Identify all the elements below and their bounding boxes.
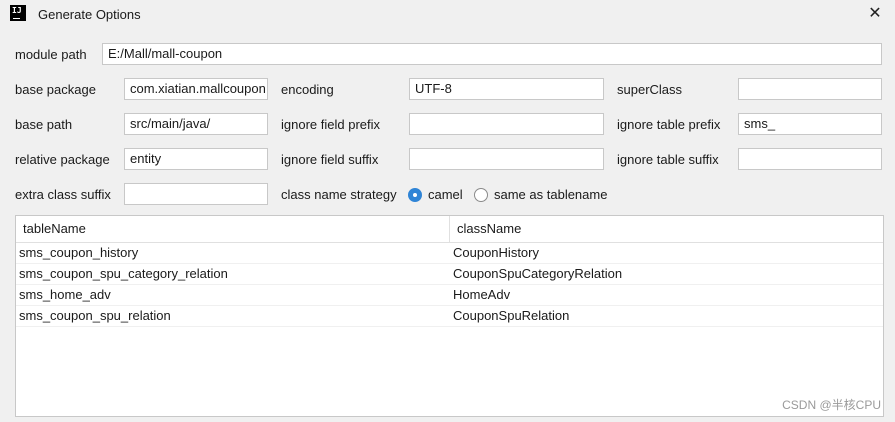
same-as-tablename-radio-label[interactable]: same as tablename	[494, 187, 607, 202]
table-header: tableName className	[16, 216, 883, 243]
ignore-field-suffix-field[interactable]	[409, 148, 604, 170]
encoding-label: encoding	[281, 82, 334, 97]
base-path-field[interactable]: src/main/java/	[124, 113, 268, 135]
window-title: Generate Options	[38, 7, 141, 22]
ignore-table-prefix-field[interactable]: sms_	[738, 113, 882, 135]
intellij-app-icon: IJ	[10, 5, 26, 21]
extra-class-suffix-label: extra class suffix	[15, 187, 111, 202]
ignore-table-suffix-label: ignore table suffix	[617, 152, 719, 167]
module-path-label: module path	[15, 47, 87, 62]
module-path-field[interactable]: E:/Mall/mall-coupon	[102, 43, 882, 65]
watermark-text: CSDN @半核CPU	[782, 398, 881, 412]
table-row[interactable]: sms_coupon_spu_category_relation CouponS…	[16, 263, 883, 285]
base-path-label: base path	[15, 117, 73, 132]
table-cell-tablename[interactable]: sms_coupon_spu_category_relation	[16, 263, 453, 284]
app-icon-letters: IJ	[12, 6, 22, 15]
superclass-label: superClass	[617, 82, 683, 97]
relative-package-label: relative package	[15, 152, 110, 167]
class-name-strategy-label: class name strategy	[281, 187, 397, 202]
ignore-table-prefix-label: ignore table prefix	[617, 117, 721, 132]
column-header-tablename[interactable]: tableName	[16, 216, 450, 242]
table-cell-classname[interactable]: HomeAdv	[450, 284, 883, 305]
camel-radio-label[interactable]: camel	[428, 187, 463, 202]
column-header-classname[interactable]: className	[450, 216, 883, 242]
same-as-tablename-radio[interactable]	[474, 188, 488, 202]
close-button[interactable]: ✕	[855, 0, 895, 28]
table-cell-classname[interactable]: CouponSpuCategoryRelation	[450, 263, 883, 284]
table-row[interactable]: sms_home_adv HomeAdv	[16, 284, 883, 306]
ignore-table-suffix-field[interactable]	[738, 148, 882, 170]
title-bar: IJ Generate Options ✕	[0, 0, 895, 30]
camel-radio[interactable]	[408, 188, 422, 202]
ignore-field-suffix-label: ignore field suffix	[281, 152, 379, 167]
table-cell-tablename[interactable]: sms_coupon_history	[16, 242, 453, 263]
table-row[interactable]: sms_coupon_history CouponHistory	[16, 242, 883, 264]
table-cell-classname[interactable]: CouponHistory	[450, 242, 883, 263]
table-cell-tablename[interactable]: sms_home_adv	[16, 284, 453, 305]
base-package-field[interactable]: com.xiatian.mallcoupon	[124, 78, 268, 100]
ignore-field-prefix-field[interactable]	[409, 113, 604, 135]
table-mapping-grid[interactable]: tableName className sms_coupon_history C…	[15, 215, 884, 417]
relative-package-field[interactable]: entity	[124, 148, 268, 170]
encoding-field[interactable]: UTF-8	[409, 78, 604, 100]
ignore-field-prefix-label: ignore field prefix	[281, 117, 380, 132]
table-cell-classname[interactable]: CouponSpuRelation	[450, 305, 883, 326]
superclass-field[interactable]	[738, 78, 882, 100]
table-cell-tablename[interactable]: sms_coupon_spu_relation	[16, 305, 453, 326]
extra-class-suffix-field[interactable]	[124, 183, 268, 205]
table-row[interactable]: sms_coupon_spu_relation CouponSpuRelatio…	[16, 305, 883, 327]
base-package-label: base package	[15, 82, 96, 97]
